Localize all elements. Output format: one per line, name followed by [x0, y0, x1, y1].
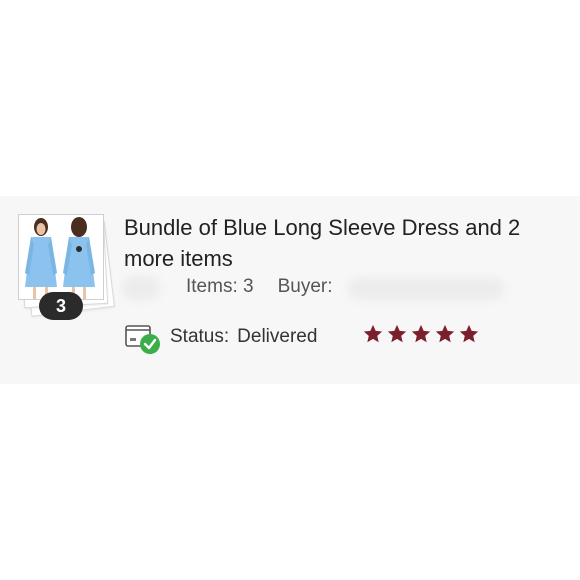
star-icon	[411, 324, 431, 343]
status-row: Status: Delivered	[124, 320, 317, 354]
rating-stars	[362, 323, 480, 345]
items-count-text: Items: 3	[186, 276, 254, 297]
star-icon	[435, 324, 455, 343]
star-icon	[363, 324, 383, 343]
order-meta: Items: 3 Buyer:	[186, 276, 333, 298]
bundle-thumbnail-stack[interactable]: 3	[16, 214, 116, 320]
redacted-price	[122, 276, 160, 300]
status-label: Status:	[170, 326, 230, 347]
package-delivered-icon	[124, 320, 160, 354]
buyer-label: Buyer:	[277, 276, 333, 297]
star-icon	[387, 324, 407, 343]
order-card[interactable]: 3 Bundle of Blue Long Sleeve Dress and 2…	[0, 196, 580, 384]
star-icon	[459, 324, 479, 343]
redacted-buyer-name	[348, 278, 504, 300]
status-value: Delivered	[237, 326, 318, 347]
product-thumbnail	[18, 214, 104, 300]
dress-photo	[19, 215, 103, 299]
listing-title[interactable]: Bundle of Blue Long Sleeve Dress and 2 m…	[124, 212, 554, 274]
item-count-badge: 3	[39, 292, 83, 320]
